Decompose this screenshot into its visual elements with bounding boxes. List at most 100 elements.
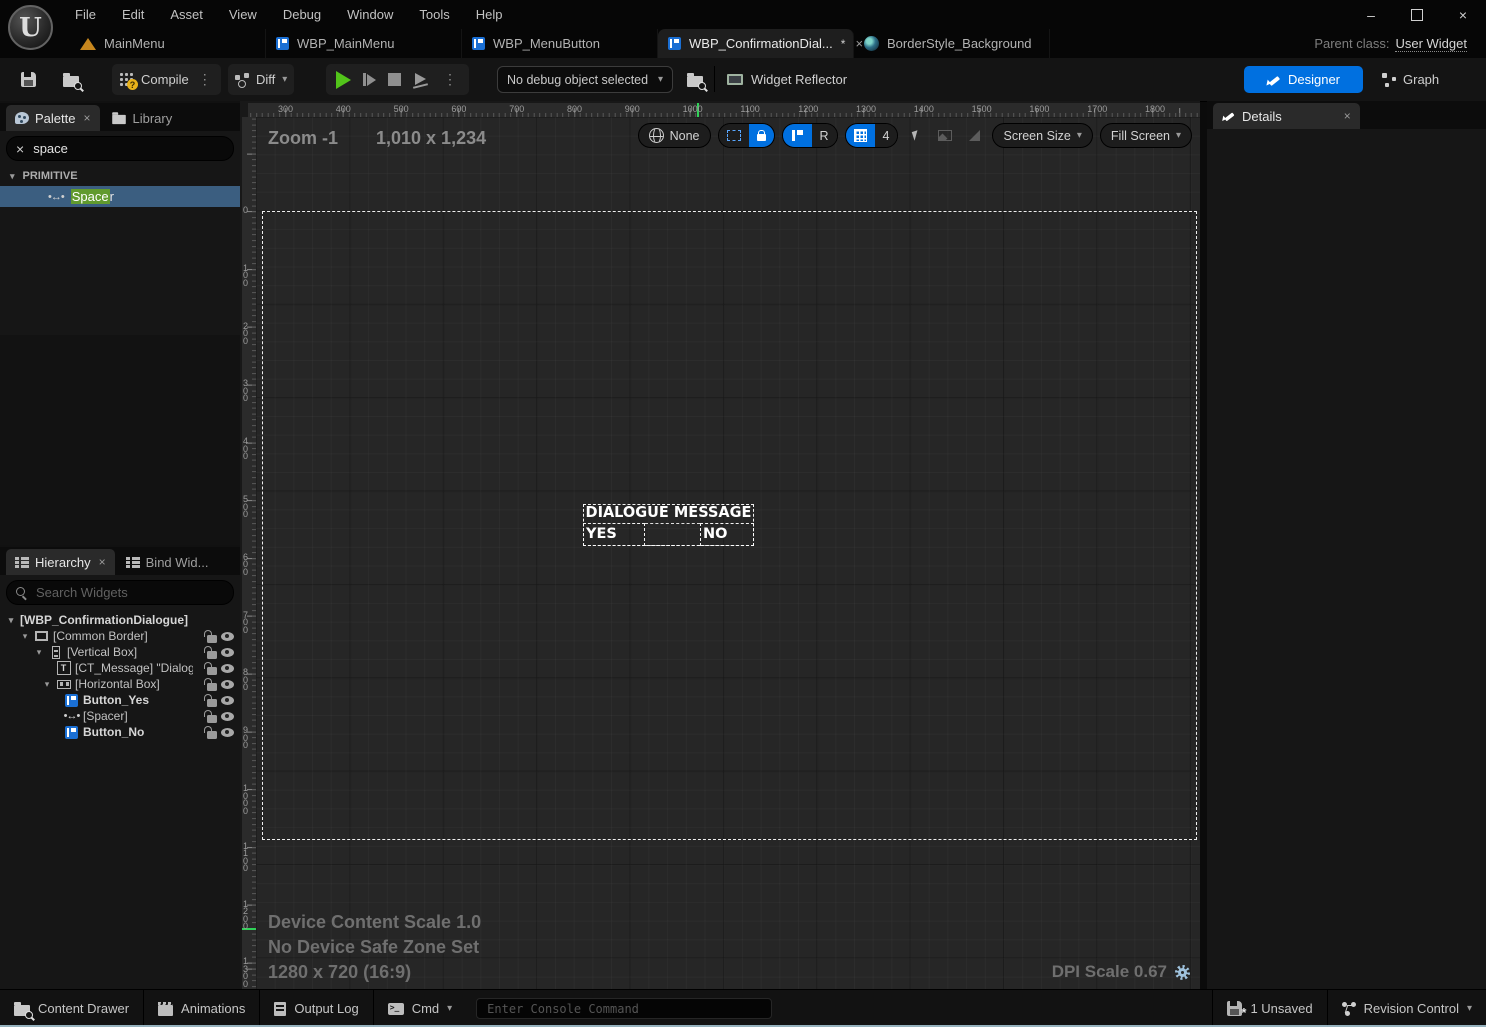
menu-tools[interactable]: Tools <box>406 2 462 27</box>
menu-file[interactable]: File <box>62 2 109 27</box>
output-log-button[interactable]: Output Log <box>260 990 374 1027</box>
visibility-eye-icon[interactable] <box>221 631 234 641</box>
designer-viewport[interactable]: Zoom -1 1,010 x 1,234 None R 4 Screen Si… <box>256 117 1200 990</box>
expander-icon[interactable]: ▾ <box>34 647 44 658</box>
lock-icon[interactable] <box>204 661 217 675</box>
palette-item-spacer[interactable]: •↔• Spacer <box>0 186 240 207</box>
menu-debug[interactable]: Debug <box>270 2 334 27</box>
menu-edit[interactable]: Edit <box>109 2 157 27</box>
tab-palette[interactable]: Palette × <box>6 105 100 131</box>
compile-options-icon[interactable]: ⋮ <box>196 71 214 88</box>
tab-wbp-mainmenu[interactable]: WBP_MainMenu <box>266 29 462 58</box>
browse-to-asset-button[interactable] <box>56 65 86 94</box>
visibility-eye-icon[interactable] <box>221 647 234 657</box>
close-icon[interactable]: × <box>1344 109 1351 123</box>
hierarchy-row-vertical-box[interactable]: ▾ [Vertical Box] <box>0 644 240 660</box>
expander-icon[interactable]: ▾ <box>20 631 30 642</box>
tab-library[interactable]: Library <box>102 105 182 131</box>
console-command-field[interactable] <box>476 998 773 1019</box>
revision-control-button[interactable]: Revision Control ▾ <box>1326 990 1486 1027</box>
visibility-eye-icon[interactable] <box>221 663 234 673</box>
hierarchy-row-button-no[interactable]: Button_No <box>0 724 240 740</box>
lock-icon[interactable] <box>204 629 217 643</box>
tab-wbp-confirmationdialogue[interactable]: WBP_ConfirmationDial... * × <box>658 29 863 58</box>
dialogue-message-text[interactable]: Dialogue Message <box>584 504 753 524</box>
tab-wbp-menubutton[interactable]: WBP_MenuButton <box>462 29 658 58</box>
flip-preview-button[interactable] <box>963 123 985 148</box>
play-options-icon[interactable]: ⋮ <box>441 71 459 88</box>
content-drawer-button[interactable]: Content Drawer <box>0 990 145 1027</box>
menu-window[interactable]: Window <box>334 2 406 27</box>
visibility-eye-icon[interactable] <box>221 679 234 689</box>
close-icon[interactable]: × <box>83 111 90 125</box>
lock-icon[interactable] <box>204 725 217 739</box>
select-cursor-button[interactable] <box>905 123 927 148</box>
debug-browse-button[interactable] <box>681 65 709 94</box>
parent-class-link[interactable]: User Widget <box>1395 36 1467 52</box>
expander-icon[interactable]: ▾ <box>10 171 15 182</box>
lock-icon[interactable] <box>204 693 217 707</box>
hierarchy-row-common-border[interactable]: ▾ [Common Border] <box>0 628 240 644</box>
lock-icon[interactable] <box>204 645 217 659</box>
button-no[interactable]: No <box>700 523 754 546</box>
localization-preview-button[interactable]: None <box>637 123 711 148</box>
lock-icon[interactable] <box>204 709 217 723</box>
lock-icon[interactable] <box>204 677 217 691</box>
expander-icon[interactable]: ▾ <box>6 615 16 626</box>
lock-widgets-toggle[interactable] <box>748 124 774 147</box>
expander-icon[interactable]: ▾ <box>42 679 52 690</box>
widget-reflector-button[interactable]: Widget Reflector <box>727 65 847 94</box>
maximize-button[interactable] <box>1394 0 1440 29</box>
frame-skip-button[interactable] <box>363 73 376 86</box>
preview-background-button[interactable] <box>934 123 956 148</box>
fill-screen-dropdown[interactable]: Fill Screen ▾ <box>1099 123 1192 148</box>
tab-bind-widgets[interactable]: Bind Wid... <box>117 549 218 575</box>
menu-view[interactable]: View <box>216 2 270 27</box>
marquee-select-toggle[interactable] <box>718 124 749 147</box>
tab-borderstyle-background[interactable]: BorderStyle_Background <box>854 29 1050 58</box>
hierarchy-row-ct-message[interactable]: [CT_Message] "Dialogu <box>0 660 240 676</box>
close-button[interactable]: × <box>1440 0 1486 29</box>
compile-button[interactable]: Compile <box>141 72 189 87</box>
visibility-eye-icon[interactable] <box>221 711 234 721</box>
spacer-widget[interactable] <box>645 523 700 546</box>
hierarchy-row-horizontal-box[interactable]: ▾ [Horizontal Box] <box>0 676 240 692</box>
hierarchy-search-input[interactable] <box>34 584 188 601</box>
screen-size-dropdown[interactable]: Screen Size ▾ <box>992 123 1093 148</box>
visibility-eye-icon[interactable] <box>221 727 234 737</box>
minimize-button[interactable]: – <box>1348 0 1394 29</box>
button-yes[interactable]: Yes <box>583 523 645 546</box>
unsaved-assets-button[interactable]: * 1 Unsaved <box>1212 990 1326 1027</box>
eject-button[interactable] <box>412 72 429 89</box>
tab-mainmenu[interactable]: MainMenu <box>70 29 266 58</box>
tab-details[interactable]: Details × <box>1213 103 1360 129</box>
cmd-dropdown[interactable]: Cmd ▾ <box>374 990 466 1027</box>
palette-category-primitive[interactable]: ▾ PRIMITIVE <box>0 166 240 186</box>
hierarchy-row-spacer[interactable]: • ↔ • [Spacer] <box>0 708 240 724</box>
palette-search-input[interactable] <box>31 140 186 157</box>
palette-search[interactable]: × <box>6 136 234 161</box>
designer-mode-button[interactable]: Designer <box>1244 66 1363 93</box>
graph-mode-button[interactable]: Graph <box>1382 66 1439 93</box>
widget-outline-toggle[interactable] <box>782 124 812 147</box>
play-button[interactable] <box>336 70 351 89</box>
grid-snap-toggle[interactable] <box>845 124 875 147</box>
visibility-eye-icon[interactable] <box>221 695 234 705</box>
respect-locks-toggle[interactable]: R <box>811 124 837 147</box>
menu-asset[interactable]: Asset <box>157 2 216 27</box>
console-command-input[interactable] <box>485 1000 764 1017</box>
diff-button[interactable]: Diff <box>256 72 275 87</box>
debug-object-select[interactable]: No debug object selected ▾ <box>497 66 673 93</box>
animations-button[interactable]: Animations <box>144 990 261 1027</box>
hierarchy-row-root[interactable]: ▾ [WBP_ConfirmationDialogue] <box>0 612 240 628</box>
stop-button[interactable] <box>388 73 401 86</box>
close-icon[interactable]: × <box>99 555 106 569</box>
tab-hierarchy[interactable]: Hierarchy × <box>6 549 115 575</box>
save-button[interactable] <box>14 65 42 94</box>
grid-snap-value[interactable]: 4 <box>874 124 898 147</box>
menu-help[interactable]: Help <box>463 2 516 27</box>
clear-search-icon[interactable]: × <box>16 142 24 156</box>
hierarchy-search[interactable] <box>6 580 234 605</box>
gear-icon[interactable] <box>1175 964 1190 980</box>
hierarchy-row-button-yes[interactable]: Button_Yes <box>0 692 240 708</box>
